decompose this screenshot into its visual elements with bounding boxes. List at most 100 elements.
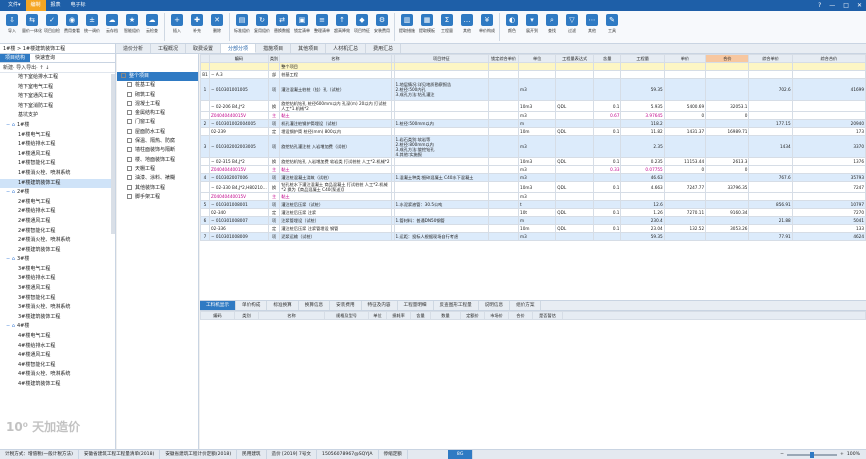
toolbar-button-15[interactable]: ≡ 整理清单: [312, 11, 332, 43]
tab-7[interactable]: 费用汇总: [366, 44, 402, 53]
detail-header-7[interactable]: 数量: [430, 311, 461, 320]
tree-item[interactable]: 2#楼电气工程: [0, 198, 115, 208]
tree-item[interactable]: 1#楼电气工程: [0, 131, 115, 141]
grid-header-2[interactable]: 类别: [267, 54, 281, 63]
division-item[interactable]: 楼、地面装饰工程: [117, 156, 198, 165]
left-tab-0[interactable]: 项目结构: [0, 54, 31, 62]
table-row[interactable]: 5− 010301008001 项灌注桩后压浆（试桩） 1.水泥浆液管：30.5公吨…: [200, 200, 866, 209]
tree-item[interactable]: 4#楼给排水工程: [0, 342, 115, 352]
detail-header-9[interactable]: 市场价: [484, 311, 509, 320]
tree-item[interactable]: − ⌂ 2#楼: [0, 188, 115, 198]
menu-item-3[interactable]: 电子标: [66, 0, 91, 11]
tab-4[interactable]: 措施项目: [256, 44, 292, 53]
table-row[interactable]: 6− 010301008007 项注浆管埋设（试桩） 1.管材料：普通DN50钢管 m…: [200, 216, 866, 225]
toolbar-button-27[interactable]: ▽ 过滤: [562, 11, 582, 43]
close-icon[interactable]: ✕: [857, 0, 862, 11]
menu-item-1[interactable]: 编制: [25, 0, 46, 11]
grid-header-3[interactable]: 名称: [279, 54, 392, 63]
detail-tab-9[interactable]: 组价方案: [510, 301, 542, 310]
grid-header-0[interactable]: [200, 54, 210, 63]
table-cell[interactable]: [488, 157, 520, 166]
detail-tab-1[interactable]: 单价构成: [236, 301, 268, 310]
tree-item[interactable]: 地下室电气工程: [0, 83, 115, 93]
tree-item[interactable]: 1#楼建筑装饰工程: [0, 178, 115, 189]
zoom-slider[interactable]: [787, 452, 837, 458]
table-row[interactable]: Z04040440015V 主黏土 m3 0.67 3.97645 0 0: [200, 111, 866, 120]
tree-item[interactable]: 地下室通风工程: [0, 92, 115, 102]
tree-item[interactable]: 1#楼通风工程: [0, 150, 115, 160]
detail-tab-4[interactable]: 安装费用: [330, 301, 362, 310]
toolbar-button-6[interactable]: ★ 智能组价: [122, 11, 142, 43]
left-tab-1[interactable]: 快速查询: [30, 54, 60, 62]
division-item[interactable]: 桩基工程: [117, 81, 198, 90]
detail-header-2[interactable]: 名称: [258, 311, 325, 320]
tree-item[interactable]: 4#楼消火栓、喷淋系统: [0, 370, 115, 380]
tree-item[interactable]: 3#楼建筑装饰工程: [0, 313, 115, 323]
detail-tab-2[interactable]: 标准换算: [267, 301, 299, 310]
toolbar-button-4[interactable]: ± 统一调价: [82, 11, 102, 43]
toolbar-button-3[interactable]: ◉ 费用查看: [62, 11, 82, 43]
table-row[interactable]: − 02-330 B4,J*2,H80210… 换钻孔桩水下灌注混凝土 商品混凝土…: [200, 181, 866, 193]
table-cell[interactable]: [488, 111, 520, 120]
tree-item[interactable]: 3#楼电气工程: [0, 265, 115, 275]
menu-item-0[interactable]: 文件▾: [3, 0, 26, 11]
table-cell[interactable]: [488, 62, 520, 71]
tree-item[interactable]: 2#楼通风工程: [0, 217, 115, 227]
tree-item[interactable]: 1#楼消火栓、喷淋系统: [0, 169, 115, 179]
toolbar-button-17[interactable]: ◆ 项目特征: [352, 11, 372, 43]
toolbar-button-14[interactable]: ▣ 锁定清单: [292, 11, 312, 43]
detail-header-3[interactable]: 规格及型号: [324, 311, 369, 320]
tab-6[interactable]: 人材机汇总: [326, 44, 367, 53]
tree-item[interactable]: − ⌂ 3#楼: [0, 255, 115, 265]
tree-item[interactable]: 2#楼消火栓、喷淋系统: [0, 236, 115, 246]
toolbar-button-7[interactable]: ☁ 云检查: [142, 11, 162, 43]
division-item[interactable]: 屋面防水工程: [117, 128, 198, 137]
table-cell[interactable]: [488, 100, 520, 112]
tree-scrollbar[interactable]: [111, 74, 115, 234]
division-item[interactable]: 整个项目: [117, 72, 198, 82]
tree-item[interactable]: 1#楼智能化工程: [0, 159, 115, 169]
tab-2[interactable]: 取费设置: [186, 44, 222, 53]
tree-item[interactable]: 1#楼给排水工程: [0, 140, 115, 150]
maximize-icon[interactable]: □: [843, 0, 849, 11]
zoom-in-icon[interactable]: +: [840, 450, 844, 459]
tree-item[interactable]: 地下室消防工程: [0, 102, 115, 112]
table-cell[interactable]: [488, 216, 520, 225]
detail-tab-5[interactable]: 特征及内容: [362, 301, 398, 310]
table-cell[interactable]: [488, 127, 520, 136]
division-item[interactable]: 墙柱面装饰与隔断: [117, 146, 198, 155]
toolbar-button-22[interactable]: … 其他: [457, 11, 477, 43]
help-icon[interactable]: ?: [818, 0, 821, 11]
toolbar-button-23[interactable]: ¥ 单价构成: [477, 11, 497, 43]
grid-header-8[interactable]: 工程量表达式: [555, 54, 594, 63]
toolbar-button-25[interactable]: ▾ 展开到: [522, 11, 542, 43]
toolbar-button-2[interactable]: ✓ 项目自检: [42, 11, 62, 43]
tree-item[interactable]: 地下室给排水工程: [0, 73, 115, 83]
table-row[interactable]: 02-336 定灌注桩后压浆 注浆管埋设 钢管 10m QDL 0.1 23.04 132.…: [200, 224, 866, 233]
toolbar-button-8[interactable]: + 插入: [167, 11, 187, 43]
toolbar-button-20[interactable]: ▦ 提取模板: [417, 11, 437, 43]
table-cell[interactable]: [488, 70, 520, 79]
table-row[interactable]: 整个项目: [200, 62, 866, 71]
table-cell[interactable]: [488, 208, 520, 217]
minimize-icon[interactable]: —: [829, 0, 835, 11]
detail-tab-3[interactable]: 换算信息: [299, 301, 331, 310]
table-row[interactable]: 7− 010301008009 项泥浆运输（试桩） 1.运距：投标人根据现场自行考虑…: [200, 232, 866, 241]
tab-5[interactable]: 其他项目: [291, 44, 327, 53]
toolbar-button-21[interactable]: Σ 工程量: [437, 11, 457, 43]
table-row[interactable]: − 02-315 B4,J*2 换旋挖钻机钻孔 入岩增加费 软岩类 打试桩桩 人工…: [200, 157, 866, 166]
grid-header-11[interactable]: 单价: [663, 54, 707, 63]
table-cell[interactable]: [488, 173, 520, 182]
detail-tab-0[interactable]: 工料机显示: [200, 301, 236, 310]
table-cell[interactable]: [488, 78, 520, 101]
tree-item[interactable]: − ⌂ 4#楼: [0, 322, 115, 332]
division-item[interactable]: 油漆、涂料、裱糊: [117, 174, 198, 183]
table-cell[interactable]: [488, 165, 520, 174]
table-row[interactable]: Z04040440015V 主黏土 m3: [200, 192, 866, 201]
toolbar-button-11[interactable]: ▤ 标准组价: [232, 11, 252, 43]
tree-item[interactable]: 2#楼建筑装饰工程: [0, 246, 115, 256]
table-cell[interactable]: [488, 119, 520, 128]
division-item[interactable]: 保温、隔热、防腐: [117, 137, 198, 146]
tree-item[interactable]: 4#楼通风工程: [0, 351, 115, 361]
division-item[interactable]: 脚手架工程: [117, 193, 198, 202]
